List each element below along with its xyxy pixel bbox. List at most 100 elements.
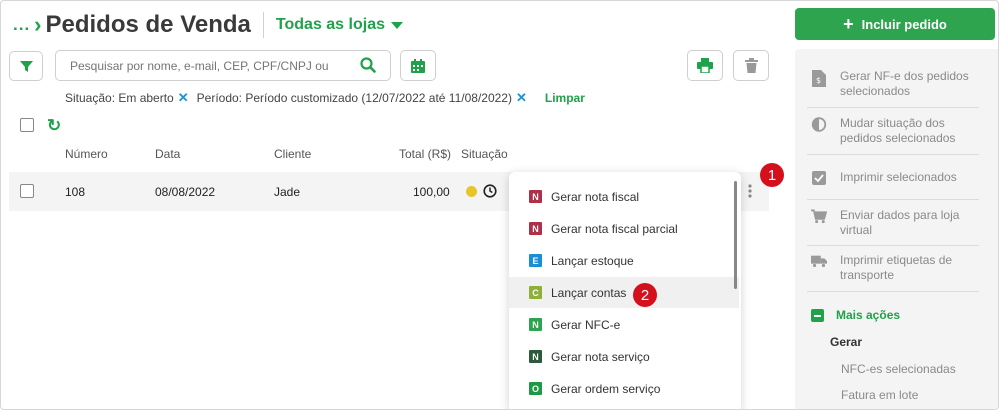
checkbox-icon (812, 171, 826, 185)
printer-icon (697, 58, 713, 73)
more-actions-toggle[interactable]: Mais ações (811, 308, 900, 322)
filter-button[interactable] (9, 51, 43, 81)
action-label: Gerar NF-e dos pedidos (840, 69, 969, 83)
half-circle-icon (811, 117, 827, 132)
breadcrumb: ... › Pedidos de Venda Todas as lojas (13, 11, 403, 39)
cart-icon (811, 209, 827, 224)
filter-situation: Situação: Em aberto (65, 91, 174, 105)
clear-filters-link[interactable]: Limpar (545, 91, 585, 105)
truck-icon (811, 255, 827, 268)
include-order-button[interactable]: + Incluir pedido (795, 8, 995, 40)
remove-period-icon[interactable]: ✕ (516, 90, 527, 106)
chevron-right-icon: › (34, 12, 42, 37)
action-generate-nfe[interactable]: $ Gerar NF-e dos pedidos selecionados (811, 69, 981, 99)
column-date[interactable]: Data (155, 147, 180, 161)
active-filters: Situação: Em aberto ✕ Período: Período c… (65, 90, 585, 106)
kebab-menu-icon[interactable] (747, 183, 753, 199)
clock-icon (483, 184, 497, 198)
more-actions-label: Mais ações (836, 308, 901, 322)
action-label: pedidos selecionados (840, 131, 956, 145)
accounts-badge-icon: C (529, 286, 542, 299)
filter-icon (19, 60, 33, 72)
store-selector-label: Todas as lojas (275, 16, 385, 33)
delete-button[interactable] (733, 50, 769, 81)
menu-item-label: Gerar ordem serviço (551, 381, 661, 396)
trash-icon (744, 58, 758, 73)
select-all-checkbox[interactable] (20, 118, 34, 132)
collapse-icon (811, 308, 824, 322)
row-total: 100,00 (413, 185, 450, 199)
menu-item-post-stock[interactable]: E Lançar estoque (509, 245, 739, 276)
menu-item-generate-nfce[interactable]: N Gerar NFC-e (509, 309, 739, 340)
batch-actions-panel: $ Gerar NF-e dos pedidos selecionados Mud… (795, 49, 998, 409)
column-client[interactable]: Cliente (274, 147, 311, 161)
action-nfce-selected[interactable]: NFC-es selecionadas (841, 362, 956, 376)
plus-icon: + (843, 13, 854, 34)
action-change-status[interactable]: Mudar situação dos pedidos selecionados (811, 116, 981, 146)
action-batch-invoice[interactable]: Fatura em lote (841, 388, 918, 402)
stock-badge-icon: E (529, 254, 542, 267)
action-label: Imprimir etiquetas de (840, 253, 953, 267)
invoice-badge-icon: N (529, 222, 542, 235)
row-client: Jade (274, 185, 301, 199)
panel-divider (807, 291, 979, 292)
include-order-label: Incluir pedido (861, 16, 947, 32)
menu-item-label: Lançar estoque (551, 253, 634, 268)
column-status[interactable]: Situação (461, 147, 508, 161)
filter-period: Período: Período customizado (12/07/2022… (196, 91, 512, 105)
action-label: Mudar situação dos (840, 116, 945, 130)
generate-heading: Gerar (830, 335, 863, 349)
status-dot (466, 186, 477, 197)
menu-item-label: Gerar nota fiscal parcial (551, 221, 678, 236)
search-icon[interactable] (360, 57, 376, 73)
invoice-badge-icon: N (529, 190, 542, 203)
header-divider (262, 12, 264, 38)
menu-item-partial-invoice[interactable]: N Gerar nota fiscal parcial (509, 213, 739, 244)
menu-item-post-accounts[interactable]: C Lançar contas (509, 277, 739, 308)
date-filter-button[interactable] (400, 50, 436, 81)
breadcrumb-ellipsis[interactable]: ... (13, 15, 30, 35)
action-label: virtual (840, 223, 873, 237)
row-number: 108 (65, 185, 86, 199)
action-label: Imprimir selecionados (840, 170, 957, 184)
panel-divider (807, 107, 979, 108)
svg-text:$: $ (816, 76, 821, 85)
store-selector[interactable]: Todas as lojas (276, 16, 403, 34)
menu-item-service-invoice[interactable]: N Gerar nota serviço (509, 341, 739, 372)
app-frame: ... › Pedidos de Venda Todas as lojas + … (0, 0, 999, 410)
action-label: selecionados (840, 84, 911, 98)
action-print-selected[interactable]: Imprimir selecionados (811, 170, 981, 185)
menu-item-label: Lançar contas (551, 285, 627, 300)
panel-divider (807, 154, 979, 155)
dropdown-scrollbar[interactable] (734, 181, 737, 289)
panel-divider (807, 199, 979, 200)
step-marker-1: 1 (760, 163, 784, 187)
menu-item-service-order[interactable]: O Gerar ordem serviço (509, 373, 739, 404)
row-actions-dropdown: N Gerar nota fiscal N Gerar nota fiscal … (509, 172, 741, 409)
column-total[interactable]: Total (R$) (399, 147, 451, 161)
panel-divider (807, 245, 979, 246)
search-box (55, 50, 391, 81)
column-number[interactable]: Número (65, 147, 108, 161)
page-title: Pedidos de Venda (45, 11, 251, 38)
row-checkbox[interactable] (20, 184, 34, 198)
menu-item-label: Gerar NFC-e (551, 317, 621, 332)
action-print-labels[interactable]: Imprimir etiquetas de transporte (811, 253, 981, 283)
step-marker-2: 2 (633, 283, 657, 307)
search-input[interactable] (70, 58, 340, 73)
action-label: Enviar dados para loja (840, 208, 960, 222)
row-date: 08/08/2022 (155, 185, 216, 199)
caret-down-icon (390, 21, 403, 29)
action-send-store[interactable]: Enviar dados para loja virtual (811, 208, 981, 238)
service-invoice-badge-icon: N (529, 350, 542, 363)
action-label: transporte (840, 268, 895, 282)
remove-situation-icon[interactable]: ✕ (178, 90, 189, 106)
service-order-badge-icon: O (529, 382, 542, 395)
invoice-icon: $ (812, 70, 826, 87)
calendar-icon (411, 58, 425, 73)
menu-item-label: Gerar nota serviço (551, 349, 650, 364)
menu-item-generate-invoice[interactable]: N Gerar nota fiscal (509, 181, 739, 212)
refresh-icon[interactable]: ↻ (47, 116, 61, 136)
nfce-badge-icon: N (529, 318, 542, 331)
print-button[interactable] (687, 50, 723, 81)
